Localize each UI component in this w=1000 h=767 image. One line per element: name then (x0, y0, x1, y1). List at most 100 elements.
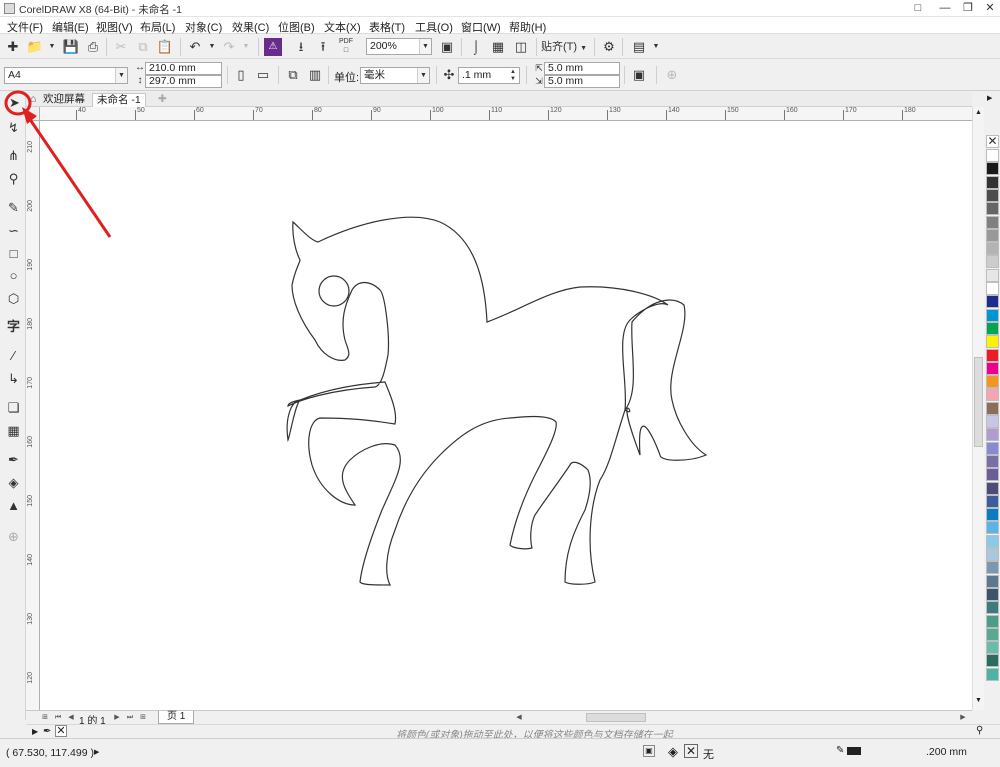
landscape-icon[interactable]: ▭ (254, 66, 272, 84)
color-swatch[interactable] (986, 401, 999, 415)
connector-tool-icon[interactable]: ↳ (5, 370, 22, 387)
color-swatch[interactable] (986, 308, 999, 322)
menu-view[interactable]: 视图(V) (96, 19, 133, 35)
color-swatch[interactable] (986, 149, 999, 162)
zoom-level-select[interactable]: 200% ▼ (366, 38, 432, 55)
open-dropdown-icon[interactable]: ▼ (43, 38, 61, 56)
vertical-scroll-thumb[interactable] (974, 357, 983, 447)
transparency-tool-icon[interactable]: ▦ (5, 422, 22, 439)
color-swatch[interactable] (986, 361, 999, 375)
color-swatch[interactable] (986, 441, 999, 455)
eyedropper-icon[interactable]: ✒ (43, 726, 51, 737)
add-tab-icon[interactable]: ✚ (154, 93, 171, 107)
first-page-icon[interactable]: ⏮ (53, 712, 63, 723)
close-button[interactable]: ✕ (983, 1, 997, 15)
ellipse-tool-icon[interactable]: ○ (5, 267, 22, 284)
color-swatch[interactable] (986, 601, 999, 615)
quick-customize-icon[interactable]: ⊕ (5, 528, 22, 545)
snap-to-dropdown[interactable]: 贴齐(T) ▼ (541, 38, 591, 56)
print-icon[interactable]: ⎙ (84, 38, 102, 56)
copy-icon[interactable]: ⧉ (134, 38, 152, 56)
parallel-dimension-tool-icon[interactable]: ∕ (5, 347, 22, 364)
scroll-right-icon[interactable]: ▶ (958, 712, 968, 723)
color-swatch[interactable] (986, 614, 999, 628)
color-swatch[interactable] (986, 175, 999, 189)
menu-layout[interactable]: 布局(L) (140, 19, 175, 35)
color-swatch[interactable] (986, 654, 999, 668)
undo-dropdown-icon[interactable]: ▼ (203, 38, 221, 56)
page-size-select[interactable]: A4 ▼ (4, 67, 128, 84)
menu-help[interactable]: 帮助(H) (509, 19, 546, 35)
color-swatch[interactable] (986, 255, 999, 269)
palette-scroll-icon[interactable]: ▶ (987, 94, 992, 102)
add-icon[interactable]: ⊕ (663, 66, 681, 84)
text-tool-icon[interactable]: 字 (5, 318, 22, 335)
color-swatch[interactable] (986, 348, 999, 362)
eyedropper-tool-icon[interactable]: ✒ (5, 451, 22, 468)
add-page-before-icon[interactable]: ⊞ (40, 712, 50, 723)
color-swatch[interactable] (986, 415, 999, 428)
smart-fill-tool-icon[interactable]: ▲ (5, 497, 22, 514)
scroll-down-icon[interactable]: ▼ (973, 697, 984, 707)
color-swatch[interactable] (986, 587, 999, 601)
treat-as-filled-icon[interactable]: ▣ (630, 66, 648, 84)
show-grid-icon[interactable]: ▦ (489, 38, 507, 56)
spin-down-icon[interactable]: ▼ (508, 75, 518, 83)
menu-text[interactable]: 文本(X) (324, 19, 361, 35)
color-swatch[interactable] (986, 428, 999, 442)
color-swatch[interactable] (986, 534, 999, 548)
zoom-canvas-icon[interactable]: ⚲ (976, 725, 983, 736)
add-page-after-icon[interactable]: ⊞ (138, 712, 148, 723)
color-swatch[interactable] (986, 321, 999, 335)
color-swatch[interactable] (986, 268, 999, 282)
options-gear-icon[interactable]: ⚙ (600, 38, 618, 56)
no-color-icon[interactable]: ✕ (55, 725, 67, 737)
color-swatch[interactable] (986, 454, 999, 468)
color-swatch[interactable] (986, 508, 999, 522)
full-screen-icon[interactable]: ▣ (438, 38, 456, 56)
restore-button[interactable]: ❐ (961, 1, 975, 15)
menu-object[interactable]: 对象(C) (185, 19, 222, 35)
color-swatch[interactable] (986, 641, 999, 655)
palette-menu-icon[interactable]: ▶ (32, 727, 38, 736)
color-swatch[interactable] (986, 627, 999, 641)
all-pages-icon[interactable]: ⧉ (284, 66, 302, 84)
last-page-icon[interactable]: ⏭ (125, 712, 135, 723)
color-swatch[interactable] (986, 481, 999, 495)
document-color-settings-icon[interactable]: ▣ (643, 745, 655, 757)
drop-shadow-tool-icon[interactable]: ❏ (5, 399, 22, 416)
color-swatch[interactable] (986, 295, 999, 309)
account-icon[interactable]: □ (911, 1, 925, 15)
no-color-swatch[interactable]: ✕ (986, 135, 999, 148)
duplicate-y-input[interactable]: 5.0 mm (544, 75, 620, 88)
page-width-input[interactable]: 210.0 mm (145, 62, 222, 75)
status-menu-icon[interactable]: ▶ (94, 748, 99, 756)
color-swatch[interactable] (986, 228, 999, 242)
scroll-left-icon[interactable]: ◀ (514, 712, 524, 723)
drawing-canvas[interactable] (40, 121, 972, 710)
color-swatch[interactable] (986, 242, 999, 256)
launcher-dropdown-icon[interactable]: ▼ (647, 38, 665, 56)
current-page-icon[interactable]: ▥ (306, 66, 324, 84)
menu-bitmap[interactable]: 位图(B) (278, 19, 315, 35)
color-swatch[interactable] (986, 282, 999, 295)
page-height-input[interactable]: 297.0 mm (145, 75, 222, 88)
color-swatch[interactable] (986, 215, 999, 229)
application-launcher-icon[interactable]: ▤ (630, 38, 648, 56)
vertical-scrollbar[interactable]: ▲ ▼ (972, 107, 984, 710)
save-icon[interactable]: 💾 (62, 38, 80, 56)
color-swatch[interactable] (986, 574, 999, 588)
page-tab[interactable]: 页 1 (158, 711, 195, 724)
duplicate-x-input[interactable]: 5.0 mm (544, 62, 620, 75)
color-swatch[interactable] (986, 388, 999, 402)
menu-table[interactable]: 表格(T) (369, 19, 405, 35)
horse-outline[interactable] (286, 216, 708, 586)
cut-icon[interactable]: ✂ (112, 38, 130, 56)
paste-icon[interactable]: 📋 (156, 38, 174, 56)
publish-pdf-icon[interactable]: PDF □ (337, 37, 355, 55)
color-swatch[interactable] (986, 335, 999, 349)
export-icon[interactable]: ⭱ (314, 38, 332, 56)
menu-edit[interactable]: 编辑(E) (52, 19, 89, 35)
nudge-distance-input[interactable]: .1 mm ▲ ▼ (458, 67, 520, 84)
color-swatch[interactable] (986, 202, 999, 216)
